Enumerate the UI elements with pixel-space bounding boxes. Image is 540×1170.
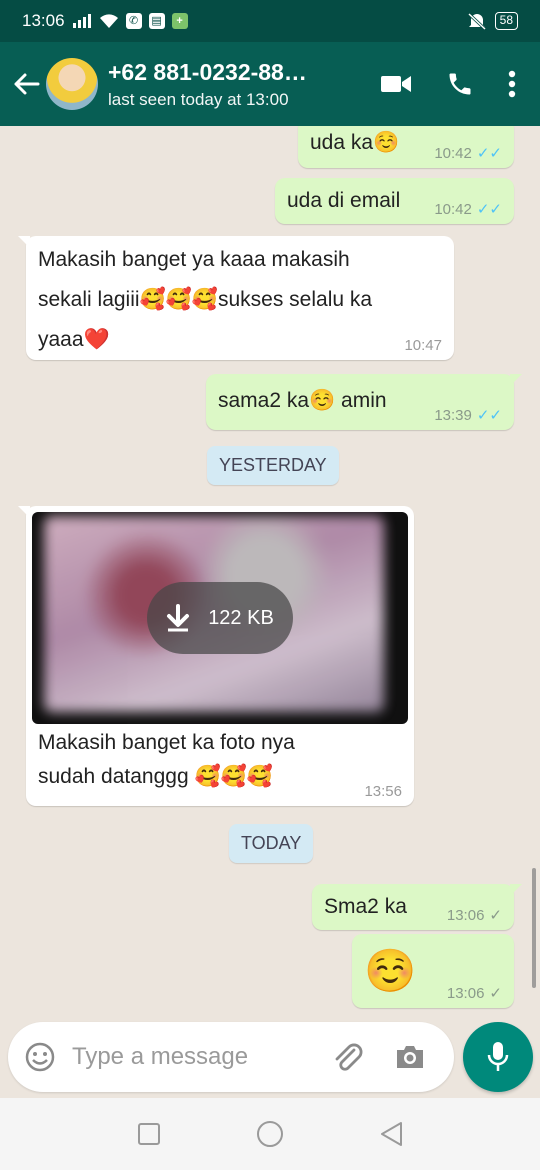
contact-avatar[interactable] [46,58,98,110]
phone-icon[interactable] [446,70,474,98]
status-time: 13:06 [22,11,65,30]
message-bubble[interactable]: Makasih banget ya kaaa makasih sekali la… [18,236,454,360]
video-call-icon[interactable] [380,73,412,95]
message-input[interactable] [72,1043,322,1071]
date-divider: YESTERDAY [207,446,339,485]
message-text: uda ka [310,131,374,154]
message-text-line: Makasih banget ka foto nya [38,731,295,754]
contact-name: +62 881-0232-88… [108,58,307,85]
message-text-line: sekali lagiii🥰🥰🥰sukses selalu ka [38,288,373,311]
status-bar: 13:06 ✆ ▤ + 58 [0,0,540,42]
emoji-icon[interactable] [24,1041,56,1073]
system-nav-bar [0,1098,540,1170]
message-bubble[interactable]: uda di email 10:42 ✓✓ [275,178,514,224]
message-bubble[interactable]: ☺️ 13:06 ✓ [352,934,514,1008]
media-size: 122 KB [208,606,274,629]
message-list[interactable]: uda ka☺️ 10:42 ✓✓ uda di email 10:42 ✓✓ Ma… [0,126,540,1022]
date-divider: TODAY [229,824,314,863]
message-time: 13:06 [446,984,485,1002]
back-button[interactable] [6,72,46,96]
read-ticks-icon: ✓✓ [476,145,502,162]
read-ticks-icon: ✓✓ [476,201,502,218]
paperclip-icon[interactable] [330,1040,364,1074]
message-text-line: Makasih banget ya kaaa makasih [38,248,350,271]
back-nav-icon[interactable] [379,1121,403,1147]
voice-record-button[interactable] [463,1022,533,1092]
recents-icon[interactable] [137,1122,161,1146]
chat-header: +62 881-0232-88… last seen today at 13:0… [0,42,540,126]
arrow-left-icon [14,73,40,95]
message-bubble[interactable]: Sma2 ka 13:06 ✓ [312,884,522,930]
message-text: uda di email [287,189,401,212]
home-icon[interactable] [256,1120,284,1148]
more-vert-icon[interactable] [508,70,516,98]
message-text-line: yaaa❤️ [38,328,110,351]
delivered-tick-icon: ✓ [489,907,502,924]
battery-indicator: 58 [494,12,518,30]
delivered-tick-icon: ✓ [489,985,502,1002]
message-time: 10:42 [434,200,472,218]
read-ticks-icon: ✓✓ [476,407,502,424]
message-emoji: ☺️ [309,389,336,412]
mute-icon [467,12,486,30]
last-seen: last seen today at 13:00 [108,89,289,109]
message-text-line: sudah datanggg 🥰🥰🥰 [38,765,273,788]
message-emoji: ☺️ [364,947,417,994]
message-time: 13:56 [364,783,402,800]
app-notification-icon: + [171,13,188,29]
download-icon [167,604,190,632]
message-text: amin [335,389,387,412]
media-message-bubble[interactable]: 122 KB Makasih banget ka foto nya sudah … [18,506,414,806]
compose-bar [8,1022,454,1092]
message-time: 10:42 [434,144,472,162]
mic-icon [487,1042,509,1071]
message-notification-icon: ▤ [148,13,165,29]
wifi-icon [99,14,118,28]
message-text: Sma2 ka [324,895,407,918]
camera-icon[interactable] [394,1043,426,1071]
signal-icon [72,14,91,28]
photo-thumbnail[interactable]: 122 KB [32,512,408,724]
message-time: 13:39 [434,406,472,424]
message-emoji: ☺️ [373,131,400,154]
message-time: 13:06 [446,906,485,924]
message-text: sama2 ka [218,389,310,412]
contact-info[interactable]: +62 881-0232-88… last seen today at 13:0… [108,59,348,110]
download-button[interactable]: 122 KB [147,582,293,654]
message-time: 10:47 [404,337,442,354]
message-bubble[interactable]: sama2 ka☺️ amin 13:39 ✓✓ [206,374,522,430]
scrollbar[interactable] [532,868,536,988]
whatsapp-notification-icon: ✆ [125,13,142,29]
message-bubble[interactable]: uda ka☺️ 10:42 ✓✓ [298,126,514,168]
